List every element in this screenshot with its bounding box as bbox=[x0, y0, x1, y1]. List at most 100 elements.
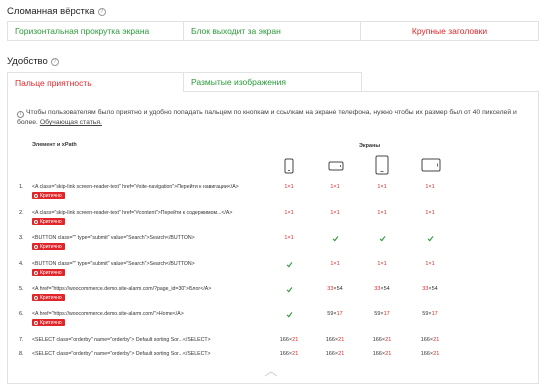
screen-size-value: 166×21 bbox=[274, 337, 304, 343]
check-icon bbox=[427, 236, 433, 242]
size-text: 1×1 bbox=[330, 184, 340, 190]
element-xpath: <A href="https://woocommerce.demo.site-a… bbox=[32, 311, 184, 317]
check-icon bbox=[332, 236, 338, 242]
tab-horizontal-scroll[interactable]: Горизонтальная прокрутка экрана bbox=[7, 21, 184, 41]
info-text: i Чтобы пользователям было приятно и удоб… bbox=[17, 109, 517, 126]
screen-size-value: 166×21 bbox=[415, 337, 445, 343]
size-text: 1×1 bbox=[377, 261, 387, 267]
critical-badge-label: Критично bbox=[40, 319, 62, 326]
critical-badge-label: Критично bbox=[40, 192, 62, 199]
row-number: 6. bbox=[19, 311, 24, 317]
chevron-up-icon[interactable] bbox=[263, 370, 279, 378]
element-xpath: <BUTTON class="" type="submit" value="Se… bbox=[32, 261, 195, 267]
critical-badge: Критично bbox=[32, 243, 65, 250]
alert-circle-icon bbox=[34, 295, 38, 300]
alert-circle-icon bbox=[34, 219, 38, 224]
size-width: 166 bbox=[420, 337, 430, 343]
row-number: 1. bbox=[19, 184, 24, 190]
size-text: 1×1 bbox=[425, 184, 435, 190]
size-text: 1×1 bbox=[284, 235, 294, 241]
size-height: 21 bbox=[433, 351, 440, 357]
row-number: 2. bbox=[19, 210, 24, 216]
screen-size-value: 59×17 bbox=[320, 311, 350, 317]
check-icon bbox=[379, 236, 385, 242]
phone-portrait-icon bbox=[284, 158, 294, 174]
alert-circle-icon bbox=[34, 193, 38, 198]
screen-size-value: 166×21 bbox=[274, 351, 304, 357]
size-height: 54 bbox=[431, 286, 438, 292]
screen-size-value: 1×1 bbox=[415, 210, 445, 216]
alert-circle-icon bbox=[34, 270, 38, 275]
screen-size-value: 166×21 bbox=[320, 351, 350, 357]
size-height: 21 bbox=[385, 337, 392, 343]
size-width: 166 bbox=[372, 351, 382, 357]
critical-badge-label: Критично bbox=[40, 243, 62, 250]
screen-size-value: 166×21 bbox=[367, 337, 397, 343]
size-text: 1×1 bbox=[425, 210, 435, 216]
critical-badge: Критично bbox=[32, 192, 65, 199]
help-icon[interactable]: ? bbox=[97, 7, 106, 16]
check-icon bbox=[286, 312, 292, 318]
element-xpath: <A href="https://woocommerce.demo.site-a… bbox=[32, 286, 212, 292]
size-height: 21 bbox=[292, 337, 299, 343]
check-icon bbox=[286, 287, 292, 293]
screen-size-value: 1×1 bbox=[274, 235, 304, 241]
screen-size-value: 59×17 bbox=[415, 311, 445, 317]
col-screens-header: Экраны bbox=[359, 143, 381, 149]
screen-size-value: 166×21 bbox=[367, 351, 397, 357]
tab-finger-friendliness[interactable]: Пальце приятность bbox=[7, 72, 184, 92]
size-text: 1×1 bbox=[284, 210, 294, 216]
screen-size-value: 1×1 bbox=[320, 210, 350, 216]
size-height: 21 bbox=[292, 351, 299, 357]
check-icon bbox=[286, 262, 292, 268]
size-text: 1×1 bbox=[330, 210, 340, 216]
size-width: 166 bbox=[372, 337, 382, 343]
size-text: 1×1 bbox=[330, 261, 340, 267]
screen-size-value: 33×54 bbox=[367, 286, 397, 292]
size-width: 166 bbox=[279, 351, 289, 357]
critical-badge: Критично bbox=[32, 269, 65, 276]
size-width: 166 bbox=[325, 351, 335, 357]
row-number: 8. bbox=[19, 351, 24, 357]
screen-size-value: 1×1 bbox=[415, 184, 445, 190]
element-xpath: <BUTTON class="" type="submit" value="Se… bbox=[32, 235, 195, 241]
screen-size-value: 33×54 bbox=[415, 286, 445, 292]
critical-badge-label: Критично bbox=[40, 294, 62, 301]
size-text: 1×1 bbox=[425, 261, 435, 267]
size-height: 17 bbox=[431, 311, 438, 317]
screen-size-value: 1×1 bbox=[367, 210, 397, 216]
tab-large-headings[interactable]: Крупные заголовки bbox=[361, 21, 539, 41]
tablet-portrait-icon bbox=[375, 155, 389, 175]
size-height: 21 bbox=[385, 351, 392, 357]
size-height: 54 bbox=[336, 286, 343, 292]
help-icon[interactable]: ? bbox=[50, 57, 59, 66]
tutorial-link[interactable]: Обучающая статья. bbox=[40, 119, 102, 126]
size-text: 1×1 bbox=[377, 210, 387, 216]
size-width: 166 bbox=[279, 337, 289, 343]
screen-size-value: 1×1 bbox=[274, 184, 304, 190]
row-number: 7. bbox=[19, 337, 24, 343]
size-width: 166 bbox=[420, 351, 430, 357]
tab-blurry-images[interactable]: Размытые изображения bbox=[184, 72, 362, 92]
convenience-title: Удобство ? bbox=[7, 56, 59, 67]
critical-badge-label: Критично bbox=[40, 218, 62, 225]
screen-size-value: 59×17 bbox=[367, 311, 397, 317]
size-height: 21 bbox=[338, 351, 345, 357]
size-height: 17 bbox=[336, 311, 343, 317]
row-number: 5. bbox=[19, 286, 24, 292]
screen-size-value: 1×1 bbox=[320, 261, 350, 267]
alert-circle-icon bbox=[34, 244, 38, 249]
element-xpath: <A class="skip-link screen-reader-text" … bbox=[32, 184, 239, 190]
broken-layout-title: Сломанная вёрстка ? bbox=[7, 6, 106, 17]
size-height: 17 bbox=[383, 311, 390, 317]
size-width: 166 bbox=[325, 337, 335, 343]
panel-top-border bbox=[362, 91, 539, 92]
tab-block-overflow[interactable]: Блок выходит за экран bbox=[184, 21, 361, 41]
element-xpath: <SELECT class="orderby" name="orderby"> … bbox=[32, 351, 211, 357]
screen-size-value: 33×54 bbox=[320, 286, 350, 292]
critical-badge: Критично bbox=[32, 218, 65, 225]
screen-size-value: 166×21 bbox=[320, 337, 350, 343]
phone-landscape-icon bbox=[328, 161, 344, 171]
critical-badge-label: Критично bbox=[40, 269, 62, 276]
row-number: 3. bbox=[19, 235, 24, 241]
